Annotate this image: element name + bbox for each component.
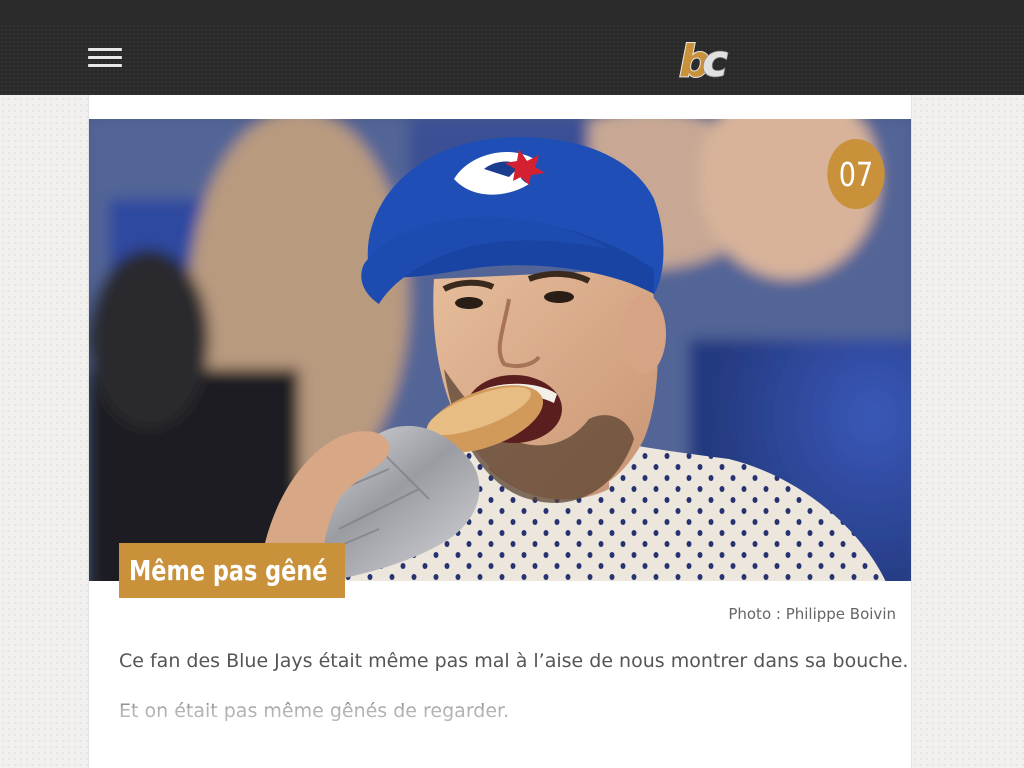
article-paragraph: Ce fan des Blue Jays était même pas mal … <box>119 650 909 672</box>
article-card: 07 Même pas gêné Photo : Philippe Boivin… <box>88 95 912 768</box>
top-strip <box>0 0 1024 24</box>
slide-title-box: Même pas gêné <box>119 543 346 598</box>
svg-text:c: c <box>702 36 728 87</box>
hamburger-menu-icon[interactable] <box>88 48 122 68</box>
article-paragraph: Et on était pas même gênés de regarder. <box>119 700 510 722</box>
slide-title: Même pas gêné <box>129 554 328 587</box>
site-header: b c <box>0 24 1024 95</box>
site-logo[interactable]: b c <box>678 30 738 88</box>
article-photo <box>89 119 911 581</box>
slide-number-badge: 07 <box>827 139 885 209</box>
photo-credit: Photo : Philippe Boivin <box>728 605 896 623</box>
